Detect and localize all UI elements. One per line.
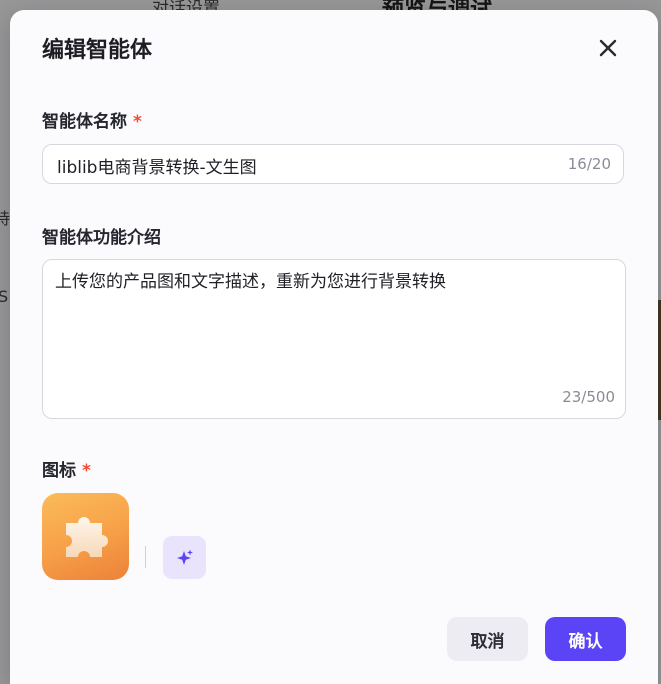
required-mark: * (133, 112, 142, 132)
puzzle-icon (66, 517, 108, 557)
cancel-button[interactable]: 取消 (447, 617, 528, 661)
icon-label-text: 图标 (42, 461, 76, 481)
agent-description-textarea[interactable]: 上传您的产品图和文字描述，重新为您进行背景转换 (53, 268, 617, 382)
required-mark: * (82, 461, 91, 481)
sparkle-icon (176, 549, 193, 565)
agent-description-field[interactable]: 上传您的产品图和文字描述，重新为您进行背景转换 23/500 (42, 259, 626, 419)
close-button[interactable] (596, 36, 620, 60)
description-char-counter: 23/500 (562, 388, 615, 406)
dialog-title: 编辑智能体 (42, 38, 153, 63)
close-icon (599, 39, 617, 57)
agent-name-field[interactable]: 16/20 (42, 144, 624, 185)
edit-agent-dialog: 编辑智能体 智能体名称 * 16/20 智能体功能介绍 上传您的产品图和文字描述，… (10, 10, 658, 684)
ai-generate-icon-button[interactable] (163, 536, 206, 579)
icon-divider (145, 546, 146, 568)
name-label-text: 智能体名称 (42, 112, 127, 132)
agent-name-input[interactable] (55, 145, 539, 185)
agent-avatar-button[interactable] (42, 493, 129, 580)
icon-field-label: 图标 * (42, 456, 91, 481)
confirm-button[interactable]: 确认 (545, 617, 626, 661)
description-field-label: 智能体功能介绍 (42, 228, 161, 248)
name-field-label: 智能体名称 * (42, 107, 142, 132)
name-char-counter: 16/20 (567, 155, 611, 173)
